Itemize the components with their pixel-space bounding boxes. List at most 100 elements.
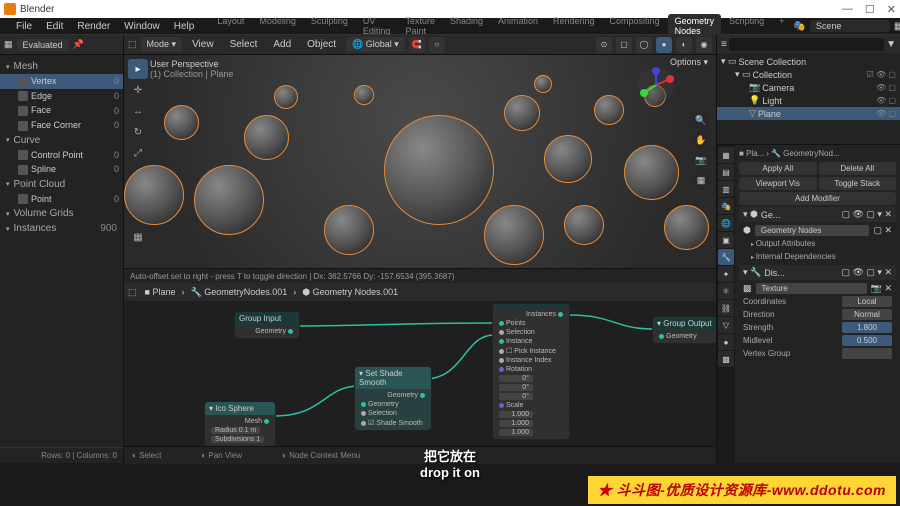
proptab-render[interactable]: ▦ [718,147,734,163]
delete-all-button[interactable]: Delete All [819,162,897,175]
scene-selector[interactable]: Scene [810,20,890,32]
ol-camera[interactable]: 📷Camera👁 ▢ [717,81,900,94]
proptab-viewlayer[interactable]: ▥ [718,181,734,197]
node-editor-icon[interactable]: ⬚ [128,287,137,298]
proptab-modifier[interactable]: 🔧 [718,249,734,265]
shading-wire-icon[interactable]: ◯ [636,37,652,53]
bc-modifier[interactable]: 🔧 GeometryNodes.001 [186,286,291,299]
nav-pan[interactable]: ✋ [692,131,710,149]
attr-controlpoint[interactable]: Control Point0 [0,148,123,163]
xray-icon[interactable]: ▢ [616,37,632,53]
proptab-particle[interactable]: ✦ [718,266,734,282]
ol-plane[interactable]: ▽Plane👁 ▢ [717,107,900,120]
vp-add[interactable]: Add [267,37,297,52]
snap-icon[interactable]: 🧲 [409,37,425,53]
outliner-search[interactable] [729,38,884,51]
attr-vertex[interactable]: Vertex0 [0,74,123,89]
menu-window[interactable]: Window [118,19,166,34]
group-volume[interactable]: Volume Grids [0,206,123,221]
modifier-displace-header[interactable]: ▾ 🔧Dis... ▢ 👁 ▢ ▾ ✕ [739,265,896,280]
nav-persp[interactable]: ▦ [692,171,710,189]
node-instance-on-points[interactable]: Instances Points Selection Instance ☐ Pi… [492,303,570,440]
toggle-stack-button[interactable]: Toggle Stack [819,177,897,190]
outliner-type-icon[interactable]: ≡ [721,39,727,50]
ol-collection[interactable]: ▾ ▭Collection☑ 👁 ▢ [717,68,900,81]
proportional-icon[interactable]: ○ [429,37,445,53]
shading-solid-icon[interactable]: ● [656,37,672,53]
tool-cursor[interactable]: ✛ [128,80,148,100]
attr-face[interactable]: Face0 [0,103,123,118]
tool-scale[interactable]: ⤢ [128,143,148,163]
attr-edge[interactable]: Edge0 [0,89,123,104]
menu-render[interactable]: Render [71,19,116,34]
proptab-physics[interactable]: ⚛ [718,283,734,299]
vertex-group-field[interactable]: ⠀ [842,348,892,359]
bc-nodetree[interactable]: ⬢ Geometry Nodes.001 [298,286,402,299]
section-internal-deps[interactable]: Internal Dependencies [739,250,896,263]
ol-scene-collection[interactable]: ▾ ▭Scene Collection [717,55,900,68]
overlay-icon[interactable]: ⊙ [596,37,612,53]
nodetree-name[interactable]: Geometry Nodes [755,225,870,236]
orientation-dropdown[interactable]: 🌐 Global ▾ [346,37,405,52]
viewport-3d[interactable]: Options ▾ User Perspective (1) Collectio… [124,55,716,268]
attr-facecorner[interactable]: Face Corner0 [0,118,123,133]
group-instances[interactable]: Instances900 [0,221,123,236]
node-group-output[interactable]: ▾ Group Output Geometry [652,316,716,344]
apply-all-button[interactable]: Apply All [739,162,817,175]
modifier-geonodes-header[interactable]: ▾ ⬢Ge... ▢ 👁 ▢ ▾ ✕ [739,207,896,222]
add-modifier-button[interactable]: Add Modifier [739,192,896,205]
bc-object[interactable]: ■ Plane [141,286,180,298]
menu-file[interactable]: File [10,19,38,34]
nav-camera[interactable]: 📷 [692,151,710,169]
mode-dropdown[interactable]: Mode ▾ [141,37,183,52]
vp-view[interactable]: View [186,37,220,52]
proptab-object[interactable]: ▣ [718,232,734,248]
strength-field[interactable]: 1.800 [842,322,892,333]
texture-dropdown[interactable]: Texture [756,283,867,294]
proptab-material[interactable]: ● [718,334,734,350]
editor-type-icon[interactable]: ⬚ [128,39,137,50]
group-curve[interactable]: Curve [0,133,123,148]
tool-add[interactable]: ▦ [128,227,148,247]
coords-dropdown[interactable]: Local [842,296,892,307]
direction-dropdown[interactable]: Normal [842,309,892,320]
attr-point[interactable]: Point0 [0,192,123,207]
proptab-scene[interactable]: 🎭 [718,198,734,214]
attr-spline[interactable]: Spline0 [0,162,123,177]
tool-move[interactable]: ↔ [128,101,148,121]
node-editor-status: Auto-offset set to right - press T to to… [124,269,716,283]
proptab-mesh[interactable]: ▽ [718,317,734,333]
group-pointcloud[interactable]: Point Cloud [0,177,123,192]
ol-light[interactable]: 💡Light👁 ▢ [717,94,900,107]
scene-bar: 🎭 Scene ▦ ViewLayer [793,20,900,32]
node-ico-sphere[interactable]: ▾ Ico Sphere Mesh Radius 0.1 m Subdivisi… [204,401,276,446]
maximize-button[interactable]: ☐ [865,3,875,16]
node-set-shade-smooth[interactable]: ▾ Set Shade Smooth Geometry Geometry Sel… [354,366,432,431]
group-mesh[interactable]: Mesh [0,59,123,74]
node-group-input[interactable]: Group Input Geometry [234,311,300,339]
menu-help[interactable]: Help [168,19,201,34]
close-button[interactable]: ✕ [887,3,896,16]
tool-rotate[interactable]: ↻ [128,122,148,142]
eval-mode-dropdown[interactable]: Evaluated [17,39,69,51]
tool-select[interactable]: ▸ [128,59,148,79]
node-canvas[interactable]: Group Input Geometry ▾ Ico Sphere Mesh R… [124,301,716,446]
proptab-constraint[interactable]: ⛓ [718,300,734,316]
vp-object[interactable]: Object [301,37,342,52]
section-output-attrs[interactable]: Output Attributes [739,237,896,250]
proptab-texture[interactable]: ▩ [718,351,734,367]
viewport-vis-button[interactable]: Viewport Vis [739,177,817,190]
menu-edit[interactable]: Edit [40,19,69,34]
prop-breadcrumb: ■ Pla...› 🔧 GeometryNod... [739,149,896,158]
minimize-button[interactable]: — [842,3,853,16]
axis-gizmo[interactable] [636,65,676,105]
outliner-filter-icon[interactable]: ▼ [886,39,896,50]
shading-matprev-icon[interactable]: ◐ [676,37,692,53]
vp-select[interactable]: Select [224,37,264,52]
shading-rendered-icon[interactable]: ◉ [696,37,712,53]
proptab-world[interactable]: 🌐 [718,215,734,231]
proptab-output[interactable]: ▤ [718,164,734,180]
pin-icon[interactable]: 📌 [73,39,84,50]
midlevel-field[interactable]: 0.500 [842,335,892,346]
nav-zoom[interactable]: 🔍 [692,111,710,129]
